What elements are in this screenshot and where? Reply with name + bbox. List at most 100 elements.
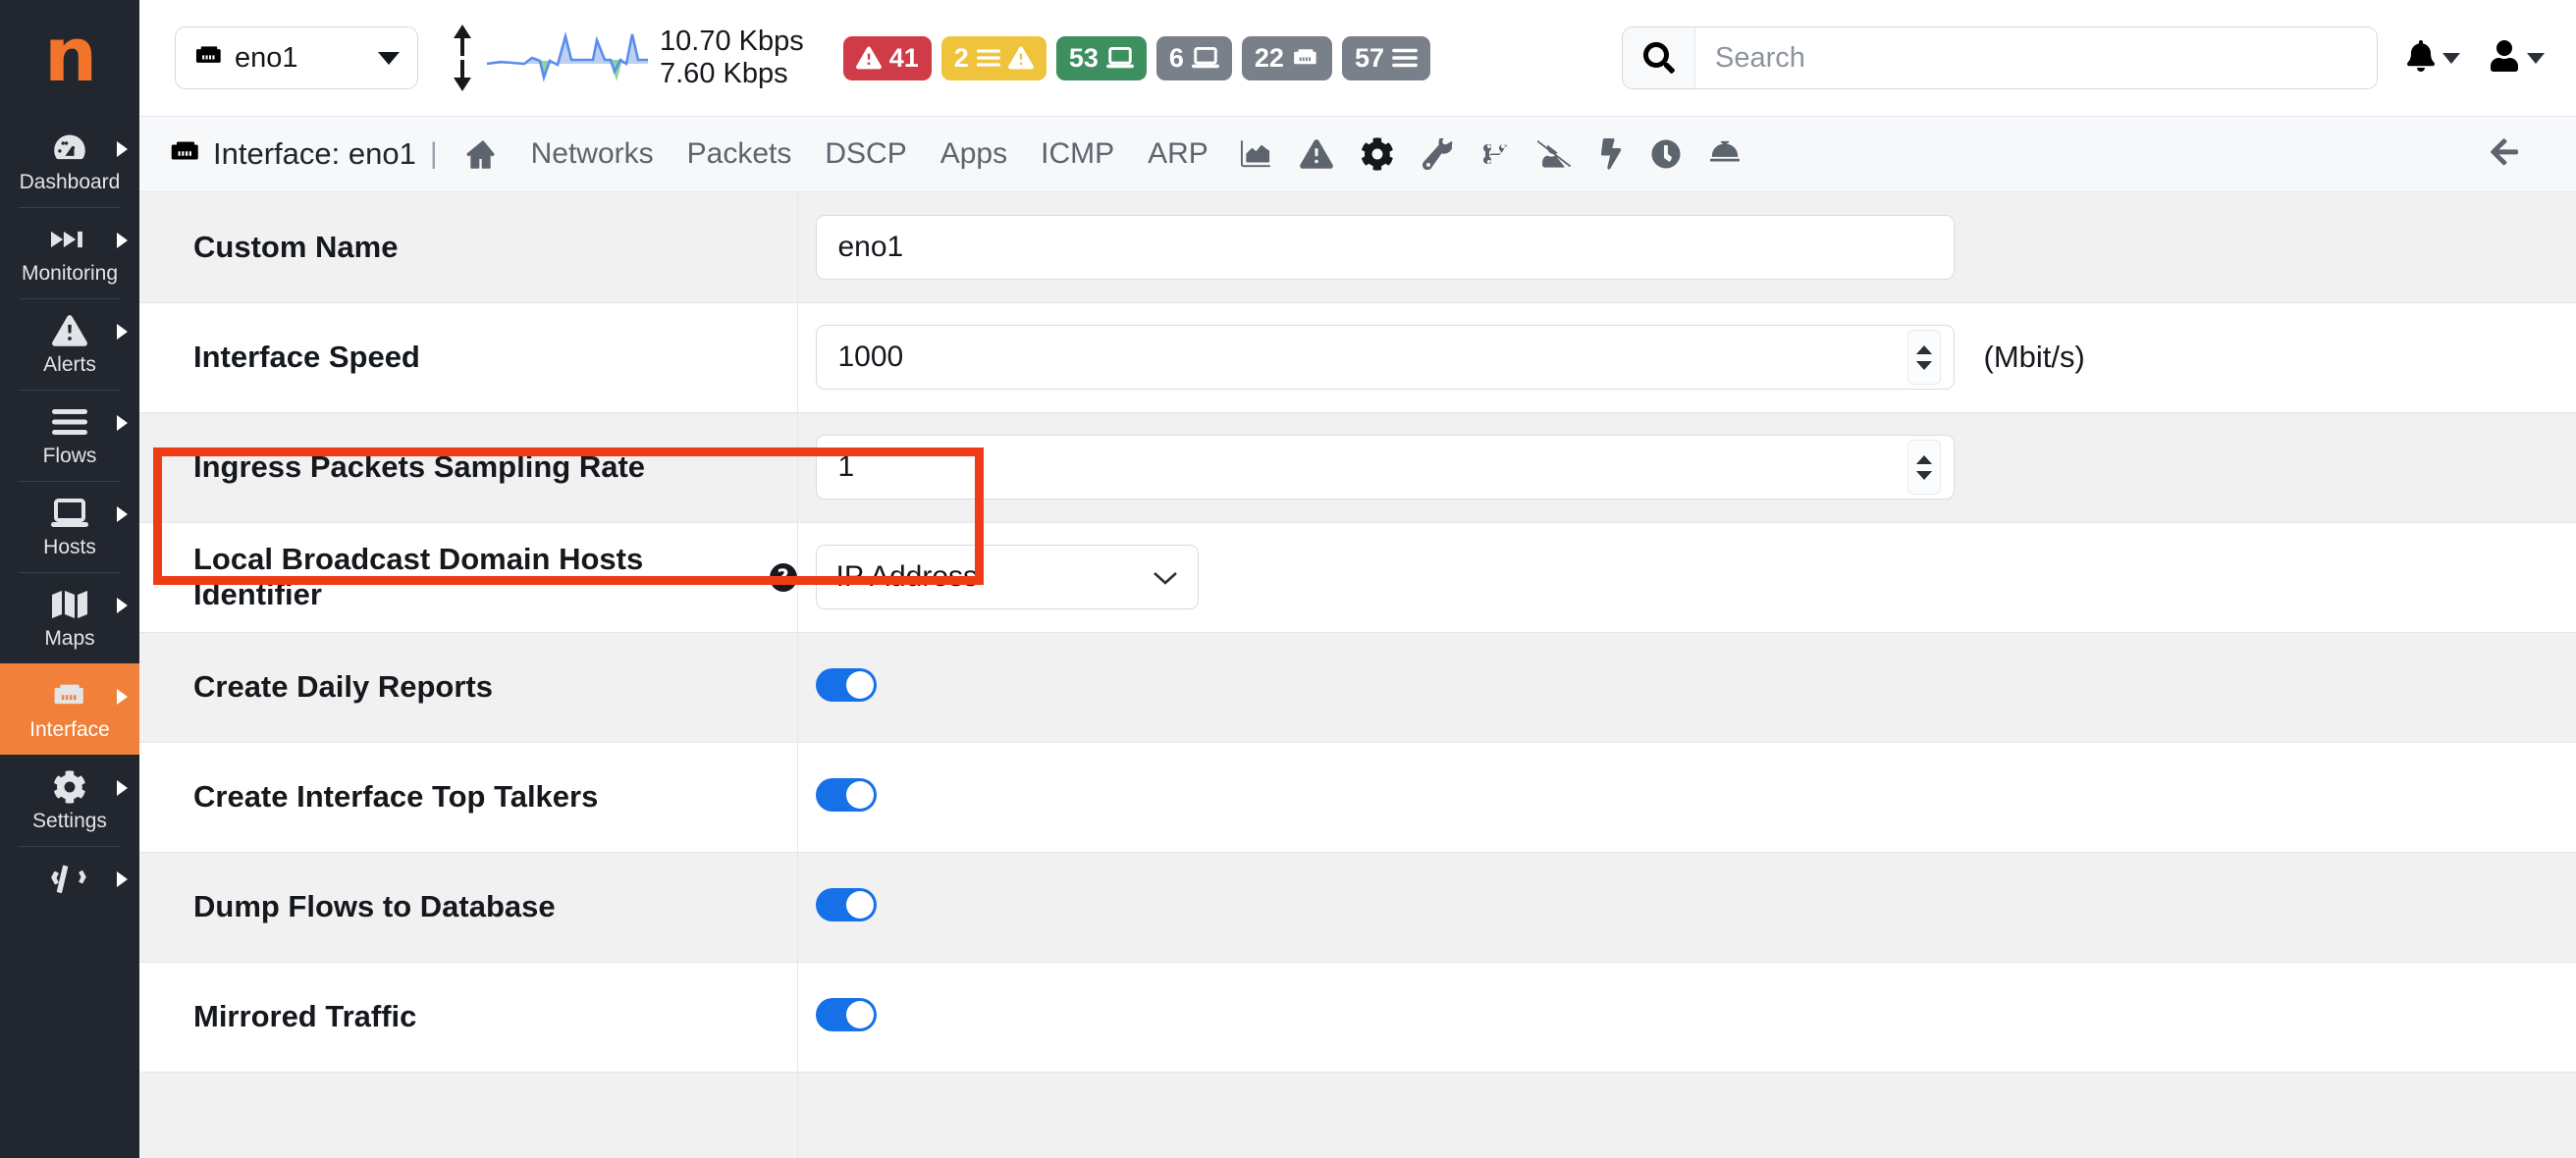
badge-count: 6 [1168, 42, 1184, 73]
sidebar-item-settings[interactable]: Settings [0, 755, 139, 846]
tab-dscp[interactable]: DSCP [808, 127, 923, 182]
hosts-identifier-select[interactable]: IP Address [815, 545, 1199, 609]
code-icon [48, 862, 91, 895]
table-row: Dump Flows to Database [139, 852, 2576, 963]
sidebar-item-hosts[interactable]: Hosts [0, 481, 139, 572]
tab-arp[interactable]: ARP [1131, 127, 1225, 182]
bell-icon [2407, 39, 2435, 77]
row-label: Ingress Packets Sampling Rate [193, 449, 646, 484]
status-badges: 41 2 53 6 22 57 [842, 35, 1430, 80]
row-label-cell: Local Broadcast Domain Hosts Identifier … [139, 522, 798, 633]
badge-count: 22 [1254, 42, 1284, 73]
row-label-cell: Dump Flows to Database [139, 852, 798, 963]
sidebar-item-flows[interactable]: Flows [0, 390, 139, 481]
user-menu-button[interactable] [2490, 39, 2545, 77]
interface-speed-input[interactable] [815, 325, 1955, 390]
laptop-icon [1105, 47, 1134, 69]
tab-services[interactable] [1694, 127, 1755, 182]
flows-icon [976, 48, 1000, 68]
chevron-right-icon [117, 598, 128, 613]
search-box[interactable] [1622, 26, 2378, 89]
create-daily-reports-toggle[interactable] [815, 667, 877, 702]
tab-charts[interactable] [1225, 127, 1286, 182]
tab-traffic-profiles[interactable] [1467, 127, 1524, 182]
interface-selector[interactable]: eno1 [175, 26, 418, 89]
sidebar-item-developer[interactable] [0, 846, 139, 909]
dashboard-icon [52, 132, 87, 165]
row-label: Mirrored Traffic [193, 999, 417, 1033]
create-interface-top-talkers-toggle[interactable] [815, 777, 877, 812]
tab-user-slash[interactable] [1524, 127, 1584, 182]
tab-networks[interactable]: Networks [514, 127, 671, 182]
tab-icmp[interactable]: ICMP [1024, 127, 1131, 182]
interface-speed-stepper[interactable] [1906, 330, 1941, 385]
hosts-identifier-value: IP Address [835, 560, 979, 593]
chevron-down-icon [1153, 560, 1178, 594]
row-label-cell: Create Interface Top Talkers [139, 742, 798, 853]
badge-count: 41 [888, 42, 919, 73]
mirrored-traffic-toggle[interactable] [815, 997, 877, 1031]
notifications-button[interactable] [2407, 39, 2460, 77]
warning-triangle-icon [1300, 139, 1333, 169]
warning-triangle-icon [1007, 46, 1034, 70]
gear-icon [53, 770, 86, 804]
sparkline-chart [483, 23, 652, 93]
interfaces-badge[interactable]: 22 [1241, 35, 1332, 80]
chevron-right-icon [117, 780, 128, 796]
flow-alerts-badge[interactable]: 2 [940, 35, 1046, 80]
tab-snmp[interactable] [1584, 127, 1637, 182]
sidebar-item-dashboard[interactable]: Dashboard [0, 116, 139, 207]
tab-historical[interactable] [1637, 127, 1694, 182]
sidebar-item-monitoring[interactable]: Monitoring [0, 207, 139, 298]
sidebar-item-label: Alerts [43, 353, 96, 376]
sidebar-item-label: Flows [42, 445, 97, 467]
tab-settings[interactable] [1347, 127, 1408, 182]
hosts-badge[interactable]: 53 [1055, 35, 1147, 80]
row-label: Dump Flows to Database [193, 889, 556, 923]
chart-area-icon [1239, 139, 1272, 169]
row-label-cell: Custom Name [139, 192, 798, 303]
row-label-cell: Create Daily Reports [139, 632, 798, 743]
sidebar-item-interface[interactable]: Interface [0, 663, 139, 755]
tab-config[interactable] [1408, 127, 1467, 182]
interface-settings-table: Custom Name Interface Speed [139, 192, 2576, 1158]
tab-apps[interactable]: Apps [924, 127, 1024, 182]
row-label: Create Interface Top Talkers [193, 779, 599, 814]
sidebar-item-alerts[interactable]: Alerts [0, 298, 139, 390]
row-value-cell [797, 412, 2576, 523]
flows-icon [52, 405, 87, 439]
traffic-summary: 10.70 Kbps 7.60 Kbps [448, 23, 804, 93]
tab-home[interactable] [452, 127, 514, 182]
search-icon[interactable] [1623, 27, 1695, 88]
chevron-right-icon [117, 415, 128, 431]
row-value-cell [797, 742, 2576, 853]
tab-list: Networks Packets DSCP Apps ICMP ARP [452, 127, 1755, 182]
table-row [139, 1072, 2576, 1158]
up-down-arrows-icon [448, 23, 477, 93]
sampling-rate-input[interactable] [815, 435, 1955, 500]
devices-badge[interactable]: 6 [1155, 35, 1232, 80]
alert-icon [52, 314, 87, 347]
search-input[interactable] [1695, 27, 2377, 88]
back-button[interactable] [2458, 136, 2550, 173]
row-label-cell: Interface Speed [139, 302, 798, 413]
alerts-badge[interactable]: 41 [842, 35, 932, 80]
sidebar-item-maps[interactable]: Maps [0, 572, 139, 663]
dump-flows-to-database-toggle[interactable] [815, 887, 877, 921]
tab-alerts[interactable] [1286, 127, 1347, 182]
arrow-left-icon [2486, 136, 2523, 173]
help-icon[interactable]: ? [769, 562, 797, 592]
tab-packets[interactable]: Packets [671, 127, 809, 182]
sidebar-item-label: Dashboard [19, 171, 121, 193]
sampling-rate-stepper[interactable] [1906, 440, 1941, 495]
custom-name-input[interactable] [815, 214, 1955, 280]
interface-selector-value: eno1 [235, 41, 298, 74]
row-value-cell [797, 962, 2576, 1073]
bell-concierge-icon [1708, 139, 1742, 169]
flows-badge[interactable]: 57 [1341, 35, 1430, 80]
row-value-cell [797, 632, 2576, 743]
row-label-cell: Ingress Packets Sampling Rate [139, 412, 798, 523]
chevron-right-icon [117, 141, 128, 157]
monitoring-icon [51, 223, 88, 256]
brand-logo[interactable]: n [0, 0, 139, 116]
